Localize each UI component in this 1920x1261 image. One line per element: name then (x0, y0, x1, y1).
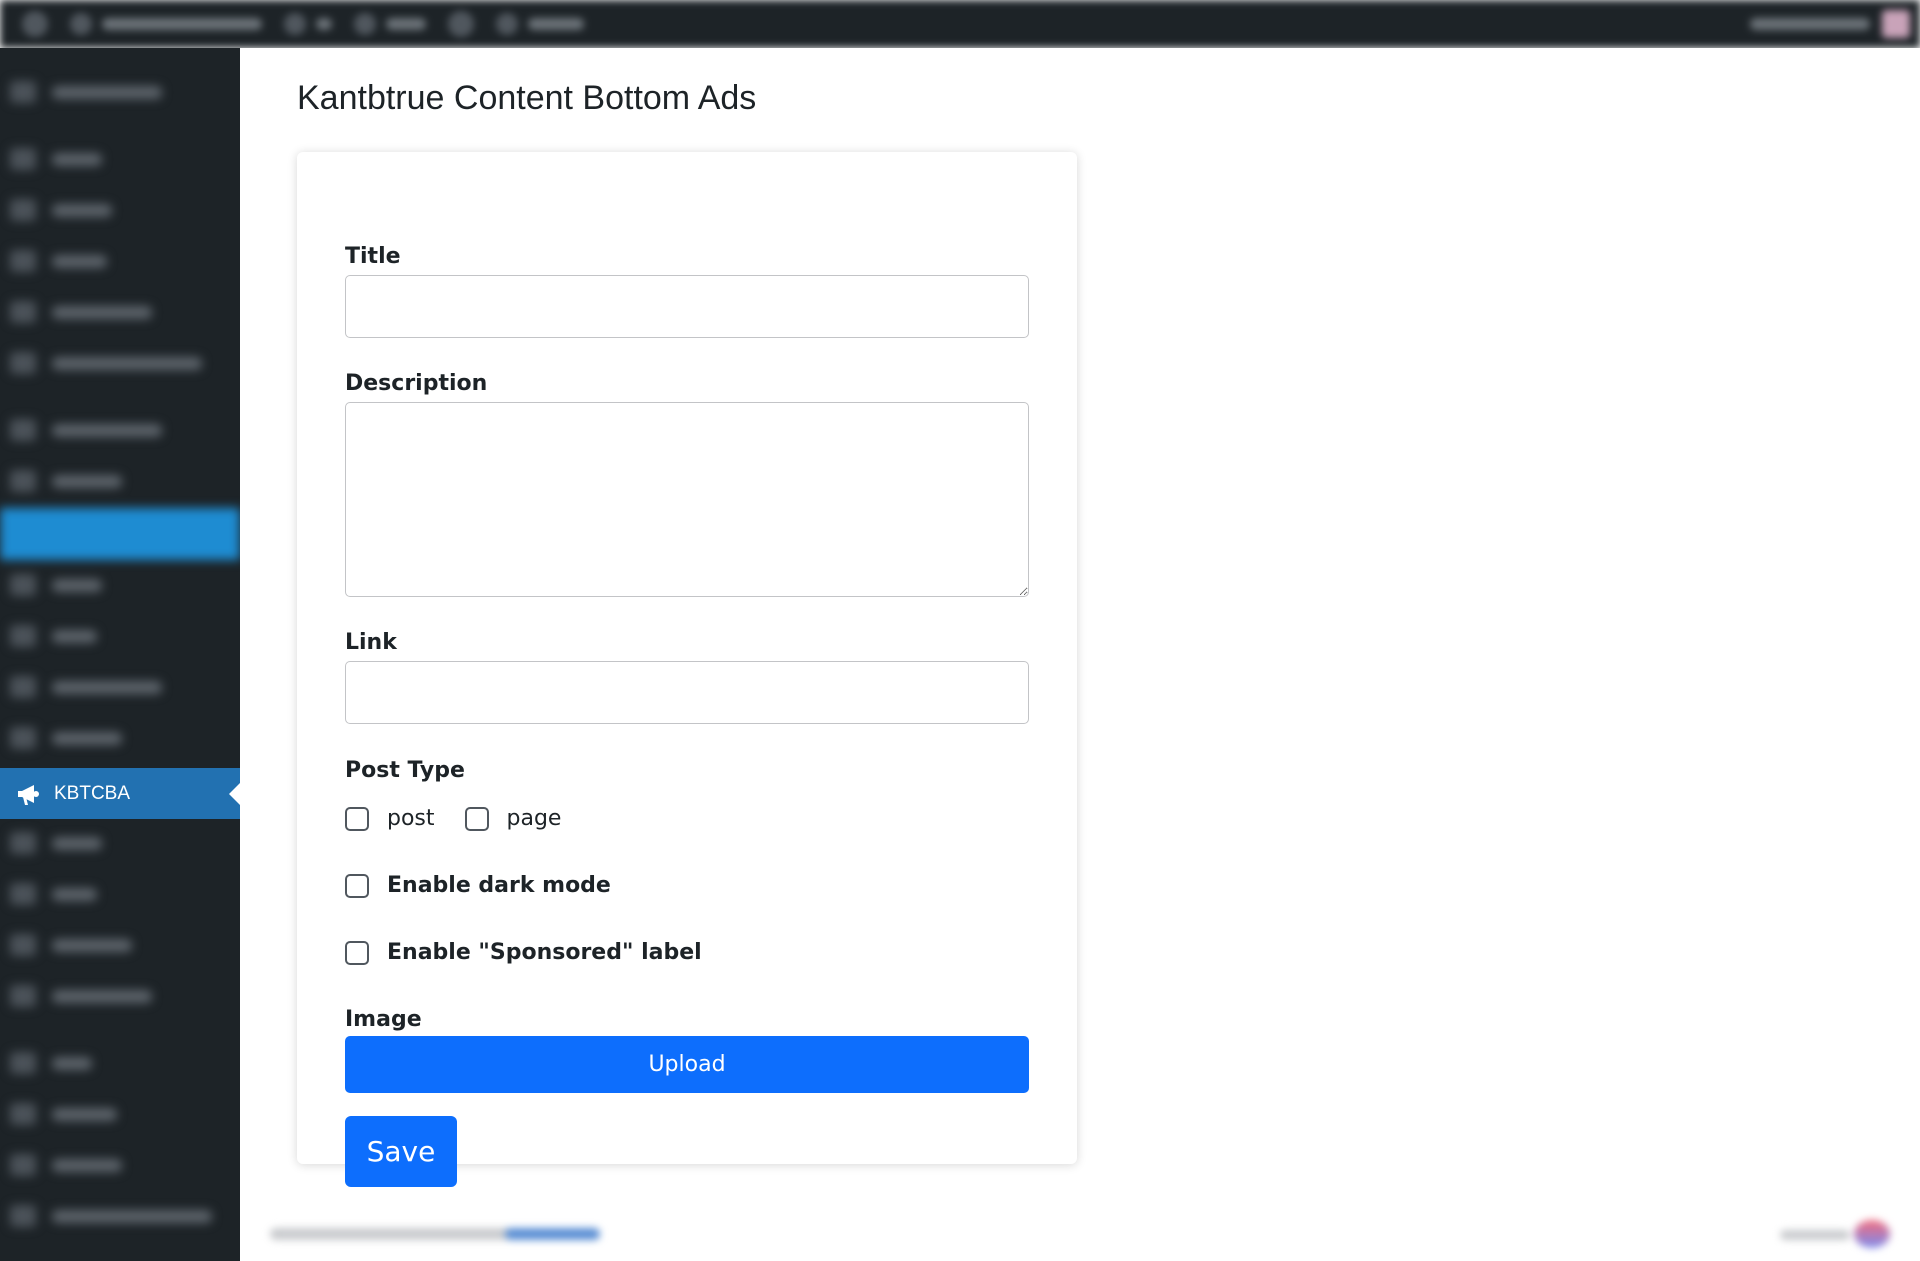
post-checkbox[interactable] (345, 806, 369, 831)
sidebar-item-plugins[interactable] (10, 467, 122, 495)
settings-form-card: Title Description Link Post Type post pa… (297, 152, 1077, 1187)
main-content: Kantbtrue Content Bottom Ads Title Descr… (240, 48, 1920, 1261)
sidebar-item-label: KBTCBA (54, 782, 131, 804)
comments-item[interactable] (284, 13, 332, 35)
active-indicator-arrow (229, 783, 240, 805)
admin-bar (0, 0, 1920, 48)
sidebar-item-sub-e[interactable] (10, 1049, 92, 1077)
sidebar-item-collapse[interactable] (10, 1202, 212, 1230)
footer-wordpress-link[interactable] (505, 1228, 600, 1240)
description-label: Description (345, 371, 488, 396)
sponsored-checkbox[interactable] (345, 940, 369, 965)
link-input[interactable] (345, 661, 1029, 724)
sidebar-item-highlighted[interactable] (0, 508, 240, 560)
insights-item[interactable] (496, 13, 584, 35)
sidebar-item-users[interactable] (10, 571, 102, 599)
sidebar-item-sub-b[interactable] (10, 880, 97, 908)
sidebar-item-sub-a[interactable] (10, 829, 102, 857)
sidebar-item-comments[interactable] (10, 298, 152, 326)
description-textarea[interactable] (345, 402, 1029, 597)
account-item[interactable] (1750, 10, 1910, 38)
site-name-item[interactable] (70, 13, 262, 35)
sidebar-item-sub-c[interactable] (10, 931, 132, 959)
admin-sidebar: KBTCBA (0, 48, 240, 1261)
upload-button[interactable]: Upload (345, 1036, 1029, 1093)
title-label: Title (345, 244, 401, 269)
sidebar-item-sub-d[interactable] (10, 982, 152, 1010)
dark-mode-label[interactable]: Enable dark mode (387, 873, 611, 898)
footer-version (1780, 1230, 1850, 1240)
sidebar-item-media[interactable] (10, 196, 112, 224)
post-type-options: post page (345, 806, 561, 831)
title-input[interactable] (345, 275, 1029, 338)
new-item[interactable] (354, 13, 426, 35)
page-title: Kantbtrue Content Bottom Ads (297, 79, 757, 117)
sidebar-item-contact[interactable] (10, 349, 202, 377)
sidebar-item-plugin-b[interactable] (10, 724, 122, 752)
sponsored-label[interactable]: Enable "Sponsored" label (387, 940, 702, 965)
sidebar-item-pages[interactable] (10, 247, 107, 275)
avatar (1882, 10, 1910, 38)
plugin-item[interactable] (448, 11, 474, 37)
sidebar-item-kbtcba[interactable]: KBTCBA (0, 768, 240, 819)
sponsored-option: Enable "Sponsored" label (345, 940, 702, 965)
sidebar-item-sub-g[interactable] (10, 1151, 122, 1179)
image-label: Image (345, 1007, 422, 1032)
dark-mode-checkbox[interactable] (345, 873, 369, 898)
post-type-label: Post Type (345, 758, 465, 783)
wp-logo-icon[interactable] (22, 11, 48, 37)
sidebar-item-settings[interactable] (10, 673, 162, 701)
megaphone-icon (14, 780, 42, 808)
sidebar-item-dashboard[interactable] (10, 78, 162, 106)
page-checkbox-label[interactable]: page (507, 806, 562, 831)
sidebar-item-tools[interactable] (10, 622, 97, 650)
link-label: Link (345, 630, 397, 655)
sidebar-item-sub-f[interactable] (10, 1100, 117, 1128)
admin-footer (270, 1220, 1890, 1250)
page-checkbox[interactable] (464, 806, 489, 831)
save-button[interactable]: Save (345, 1116, 457, 1187)
sidebar-item-posts[interactable] (10, 145, 102, 173)
dark-mode-option: Enable dark mode (345, 873, 611, 898)
sidebar-item-appearance[interactable] (10, 416, 162, 444)
footer-logo-icon (1854, 1220, 1890, 1248)
post-checkbox-label[interactable]: post (387, 806, 435, 831)
